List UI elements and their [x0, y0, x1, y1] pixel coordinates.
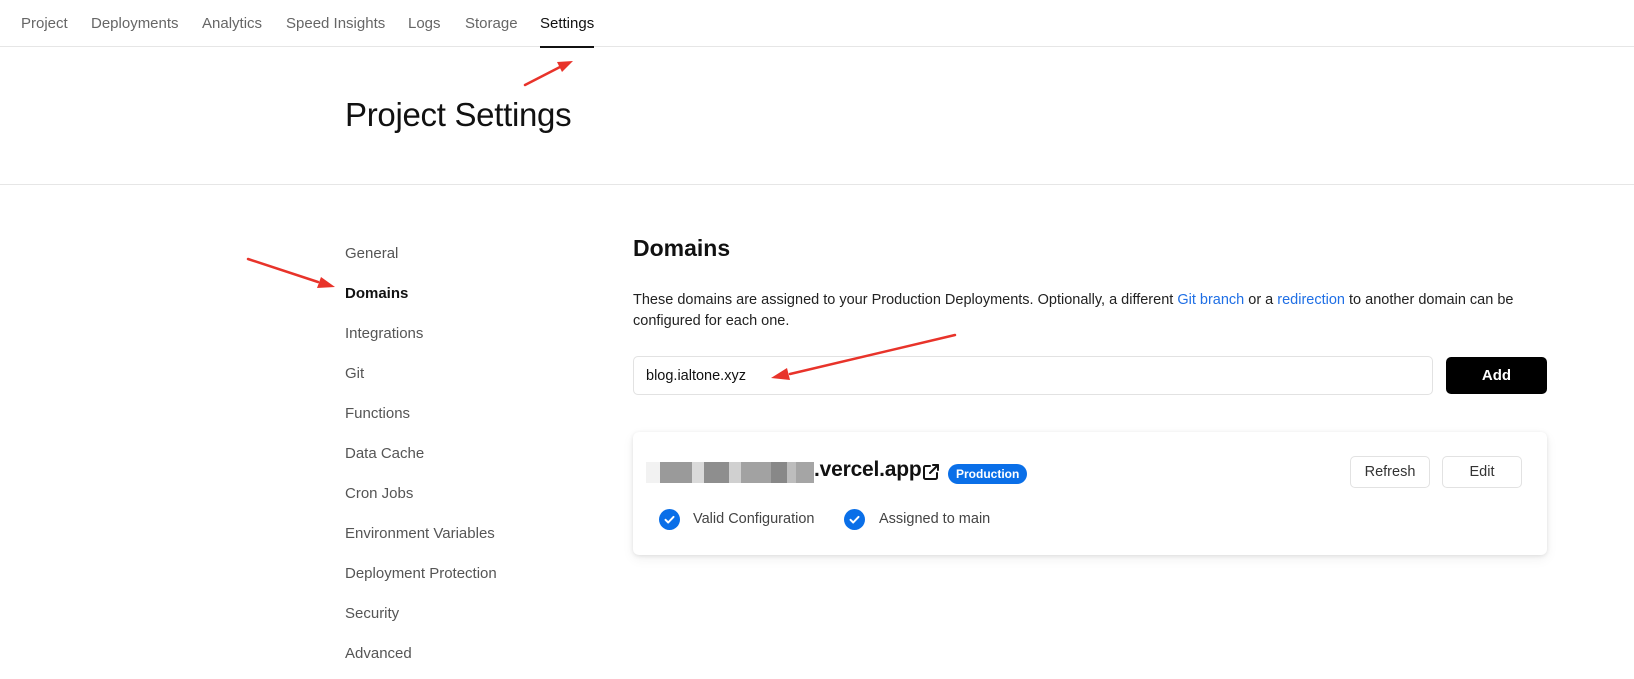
description-text: or a [1244, 292, 1278, 308]
redirection-link[interactable]: redirection [1277, 292, 1345, 308]
page-title: Project Settings [345, 96, 572, 133]
tab-settings[interactable]: Settings [540, 0, 595, 48]
domains-title: Domains [633, 235, 731, 261]
top-nav: Project Deployments Analytics Speed Insi… [0, 0, 1634, 48]
production-badge: Production [948, 464, 1028, 484]
edit-button[interactable]: Edit [1442, 456, 1522, 488]
page-header: Project Settings [0, 48, 1634, 185]
domain-name[interactable]: .vercel.app [814, 458, 922, 482]
assigned-branch-label: Assigned to main [879, 511, 991, 527]
tab-storage[interactable]: Storage [465, 0, 518, 47]
domain-card: .vercel.app Production Refresh Edit Vali… [633, 432, 1547, 555]
domain-input[interactable] [633, 356, 1433, 395]
sidebar-item-environment-variables[interactable]: Environment Variables [345, 525, 495, 542]
tab-analytics[interactable]: Analytics [202, 0, 262, 47]
git-branch-link[interactable]: Git branch [1177, 292, 1244, 308]
sidebar-item-functions[interactable]: Functions [345, 405, 410, 422]
sidebar-item-cron-jobs[interactable]: Cron Jobs [345, 485, 413, 502]
description-text: These domains are assigned to your Produ… [633, 292, 1178, 308]
annotation-arrow-head [317, 277, 335, 288]
domains-description: These domains are assigned to your Produ… [633, 290, 1553, 332]
tab-speed-insights[interactable]: Speed Insights [286, 0, 385, 47]
valid-configuration-label: Valid Configuration [693, 511, 815, 527]
sidebar-item-domains[interactable]: Domains [345, 285, 408, 302]
check-circle-icon [659, 509, 680, 530]
external-link-icon[interactable] [921, 462, 941, 482]
sidebar-item-integrations[interactable]: Integrations [345, 325, 423, 342]
sidebar-item-deployment-protection[interactable]: Deployment Protection [345, 565, 497, 582]
sidebar-item-security[interactable]: Security [345, 605, 399, 622]
sidebar-item-general[interactable]: General [345, 245, 398, 262]
refresh-button[interactable]: Refresh [1350, 456, 1430, 488]
sidebar-item-data-cache[interactable]: Data Cache [345, 445, 424, 462]
tab-logs[interactable]: Logs [408, 0, 441, 47]
tab-deployments[interactable]: Deployments [91, 0, 179, 47]
check-circle-icon [844, 509, 865, 530]
sidebar-item-advanced[interactable]: Advanced [345, 645, 412, 662]
annotation-arrow [246, 257, 320, 284]
add-domain-button[interactable]: Add [1446, 357, 1547, 394]
tab-project[interactable]: Project [21, 0, 68, 47]
sidebar-item-git[interactable]: Git [345, 365, 364, 382]
